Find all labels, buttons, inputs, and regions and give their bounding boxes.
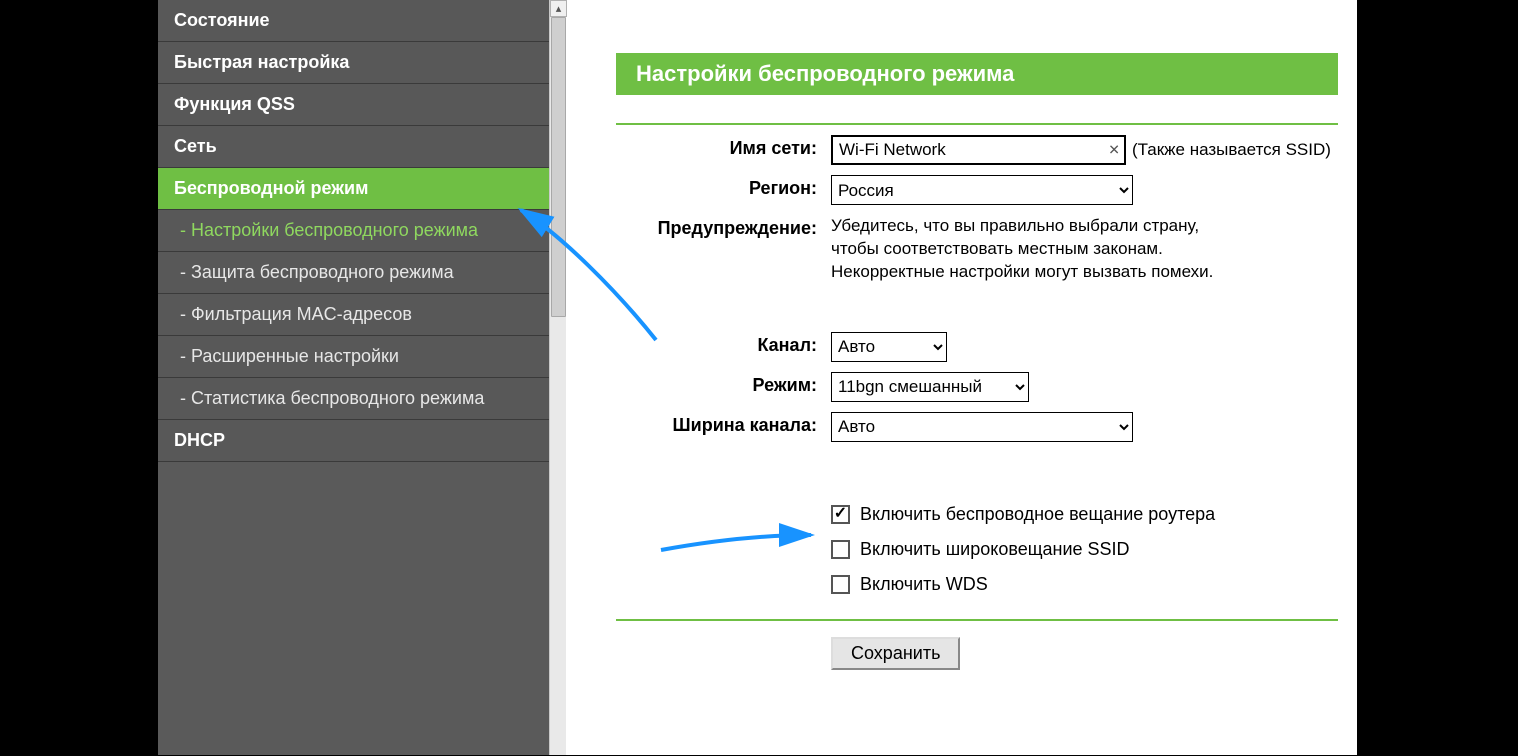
checkbox-enable-wds[interactable]: [831, 575, 850, 594]
sidebar-item-dhcp[interactable]: DHCP: [158, 420, 549, 462]
warning-label: Предупреждение:: [616, 215, 831, 239]
channel-select[interactable]: Авто: [831, 332, 947, 362]
checkbox-enable-wireless-radio[interactable]: [831, 505, 850, 524]
warning-text: Убедитесь, что вы правильно выбрали стра…: [831, 215, 1213, 284]
router-admin-window: Состояние Быстрая настройка Функция QSS …: [157, 0, 1358, 756]
sidebar-wrap: Состояние Быстрая настройка Функция QSS …: [158, 0, 566, 755]
scroll-up-icon[interactable]: ▴: [550, 0, 567, 17]
divider: [616, 619, 1338, 621]
sidebar-sub-wireless-stats[interactable]: - Статистика беспроводного режима: [158, 378, 549, 420]
sidebar-item-quick-setup[interactable]: Быстрая настройка: [158, 42, 549, 84]
sidebar-item-wireless[interactable]: Беспроводной режим: [158, 168, 549, 210]
checkbox-enable-ssid-broadcast[interactable]: [831, 540, 850, 559]
checkbox-enable-wireless-radio-label: Включить беспроводное вещание роутера: [860, 504, 1215, 525]
sidebar-item-qss[interactable]: Функция QSS: [158, 84, 549, 126]
checkbox-enable-wds-label: Включить WDS: [860, 574, 988, 595]
ssid-hint: (Также называется SSID): [1132, 140, 1331, 160]
sidebar-item-network[interactable]: Сеть: [158, 126, 549, 168]
channel-width-select[interactable]: Авто: [831, 412, 1133, 442]
sidebar-sub-wireless-security[interactable]: - Защита беспроводного режима: [158, 252, 549, 294]
channel-label: Канал:: [616, 332, 831, 356]
sidebar: Состояние Быстрая настройка Функция QSS …: [158, 0, 549, 755]
content-area: Настройки беспроводного режима Имя сети:…: [566, 0, 1357, 755]
ssid-label: Имя сети:: [616, 135, 831, 159]
region-label: Регион:: [616, 175, 831, 199]
mode-select[interactable]: 11bgn смешанный: [831, 372, 1029, 402]
sidebar-item-status[interactable]: Состояние: [158, 0, 549, 42]
divider: [616, 123, 1338, 125]
ssid-input[interactable]: [831, 135, 1126, 165]
region-select[interactable]: Россия: [831, 175, 1133, 205]
scroll-thumb[interactable]: [551, 17, 566, 317]
channel-width-label: Ширина канала:: [616, 412, 831, 436]
clear-input-icon[interactable]: ✕: [1108, 142, 1120, 159]
sidebar-sub-mac-filter[interactable]: - Фильтрация MAC-адресов: [158, 294, 549, 336]
sidebar-sub-wireless-settings[interactable]: - Настройки беспроводного режима: [158, 210, 549, 252]
save-button[interactable]: Сохранить: [831, 637, 960, 670]
page-title: Настройки беспроводного режима: [616, 53, 1338, 95]
mode-label: Режим:: [616, 372, 831, 396]
checkbox-enable-ssid-broadcast-label: Включить широковещание SSID: [860, 539, 1130, 560]
sidebar-scrollbar[interactable]: ▴: [549, 0, 566, 755]
sidebar-sub-advanced[interactable]: - Расширенные настройки: [158, 336, 549, 378]
